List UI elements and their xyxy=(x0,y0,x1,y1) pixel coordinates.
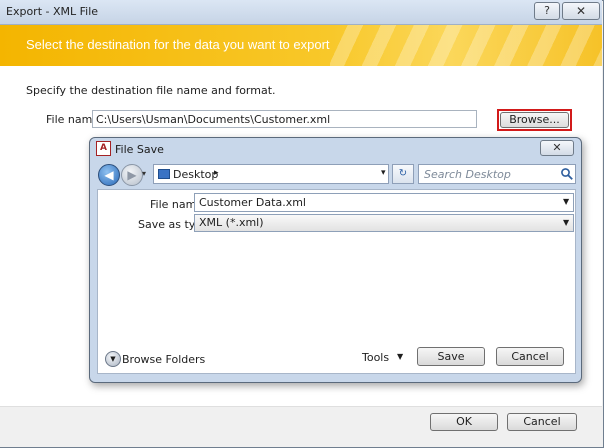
outer-window-title: Export - XML File xyxy=(6,5,99,18)
export-banner: Select the destination for the data you … xyxy=(0,25,602,66)
tools-dropdown-icon[interactable]: ▼ xyxy=(397,352,403,361)
tools-menu[interactable]: Tools xyxy=(362,351,389,364)
banner-decoration xyxy=(330,25,602,66)
back-arrow-icon[interactable]: ◀ xyxy=(98,164,120,186)
save-as-type-dropdown-icon[interactable]: ▼ xyxy=(563,218,569,227)
search-icon[interactable] xyxy=(560,167,574,181)
file-save-close-button[interactable]: ✕ xyxy=(540,140,574,156)
banner-heading: Select the destination for the data you … xyxy=(26,37,330,52)
search-placeholder: Search Desktop xyxy=(424,168,511,181)
address-chevron-icon[interactable]: ▸ xyxy=(214,168,219,178)
save-file-name-input[interactable]: Customer Data.xml xyxy=(194,193,574,212)
file-save-title: File Save xyxy=(115,143,164,156)
save-button[interactable]: Save xyxy=(417,347,485,366)
access-app-icon: A xyxy=(96,141,111,156)
specify-instructions: Specify the destination file name and fo… xyxy=(26,84,276,97)
outer-close-button[interactable]: ✕ xyxy=(562,2,600,20)
browse-button[interactable]: Browse... xyxy=(500,112,569,128)
folder-icon xyxy=(158,169,170,179)
file-name-dropdown-icon[interactable]: ▼ xyxy=(563,197,569,206)
address-dropdown-icon[interactable]: ▾ xyxy=(381,168,386,178)
browse-folders-link[interactable]: Browse Folders xyxy=(122,353,205,366)
file-save-cancel-button[interactable]: Cancel xyxy=(496,347,564,366)
save-as-type-select[interactable]: XML (*.xml) xyxy=(194,214,574,232)
forward-arrow-icon[interactable]: ▶ xyxy=(121,164,143,186)
expand-icon[interactable]: ▼ xyxy=(105,351,121,367)
address-location[interactable]: Desktop xyxy=(173,168,218,181)
outer-cancel-button[interactable]: Cancel xyxy=(507,413,577,431)
outer-file-name-input[interactable]: C:\Users\Usman\Documents\Customer.xml xyxy=(92,110,477,128)
recent-pages-dropdown-icon[interactable]: ▾ xyxy=(142,169,146,178)
refresh-icon[interactable]: ↻ xyxy=(392,164,414,184)
help-button[interactable]: ? xyxy=(534,2,560,20)
ok-button[interactable]: OK xyxy=(430,413,498,431)
